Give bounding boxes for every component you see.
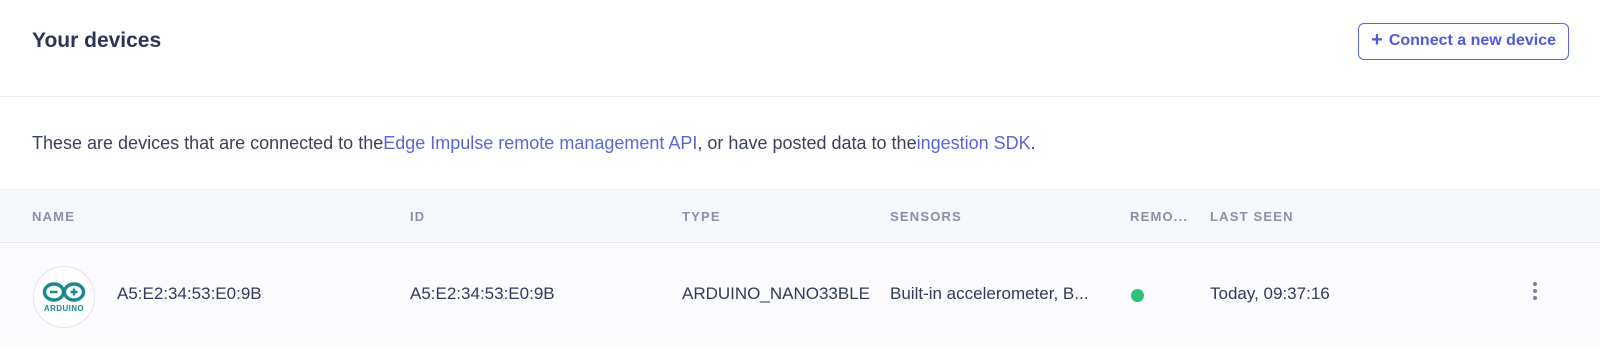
table-row[interactable]: ARDUINO A5:E2:34:53:E0:9B A5:E2:34:53:E0… (0, 243, 1600, 347)
row-actions-menu-icon[interactable] (1530, 279, 1540, 303)
devices-card: Your devices + Connect a new device Thes… (0, 0, 1600, 349)
device-type: ARDUINO_NANO33BLE (682, 284, 871, 303)
device-id: A5:E2:34:53:E0:9B (410, 284, 555, 303)
intro-text-middle: , or have posted data to the (697, 132, 917, 153)
device-last-seen: Today, 09:37:16 (1210, 284, 1330, 303)
ingestion-sdk-link[interactable]: ingestion SDK (917, 133, 1031, 154)
card-header: Your devices + Connect a new device (0, 0, 1600, 97)
column-header-type[interactable]: TYPE (682, 209, 721, 224)
intro-text-before: These are devices that are connected to … (32, 132, 384, 153)
column-header-remote[interactable]: REMO... (1130, 209, 1188, 224)
column-header-id[interactable]: ID (410, 209, 425, 224)
connect-button-label: Connect a new device (1388, 32, 1556, 49)
connect-new-device-button[interactable]: + Connect a new device (1358, 22, 1569, 60)
page-title: Your devices (32, 29, 162, 52)
column-header-last-seen[interactable]: LAST SEEN (1210, 209, 1294, 224)
column-header-name[interactable]: NAME (32, 209, 75, 224)
table-header: NAME ID TYPE SENSORS REMO... LAST SEEN (0, 190, 1600, 243)
device-name[interactable]: A5:E2:34:53:E0:9B (117, 284, 262, 304)
remote-management-api-link[interactable]: Edge Impulse remote management API (383, 133, 697, 154)
remote-status-dot (1131, 289, 1144, 302)
arduino-logo-text: ARDUINO (43, 304, 85, 313)
arduino-infinity-icon (42, 282, 86, 302)
intro-text-after: . (1030, 132, 1036, 153)
plus-icon: + (1371, 29, 1383, 51)
device-sensors: Built-in accelerometer, B... (890, 284, 1089, 303)
arduino-logo: ARDUINO (33, 266, 95, 328)
column-header-sensors[interactable]: SENSORS (890, 209, 962, 224)
intro-text: These are devices that are connected to … (0, 97, 1600, 190)
